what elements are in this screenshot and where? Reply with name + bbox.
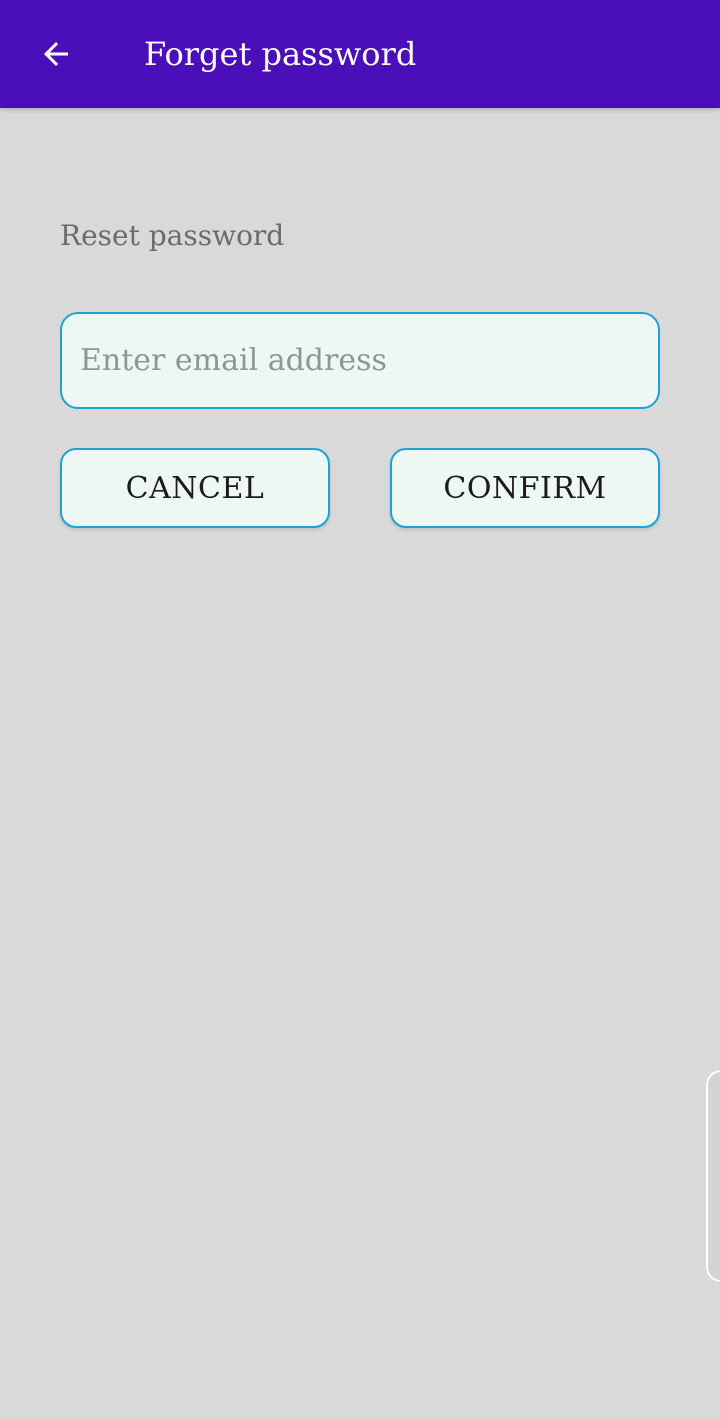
confirm-button[interactable]: CONFIRM	[390, 448, 660, 528]
cancel-button[interactable]: CANCEL	[60, 448, 330, 528]
section-label: Reset password	[60, 219, 285, 252]
arrow-left-icon	[38, 36, 74, 72]
back-button[interactable]	[28, 26, 84, 82]
page-title: Forget password	[144, 35, 417, 73]
email-field[interactable]	[60, 312, 660, 409]
app-bar: Forget password	[0, 0, 720, 108]
edge-panel-handle[interactable]	[706, 1070, 720, 1282]
